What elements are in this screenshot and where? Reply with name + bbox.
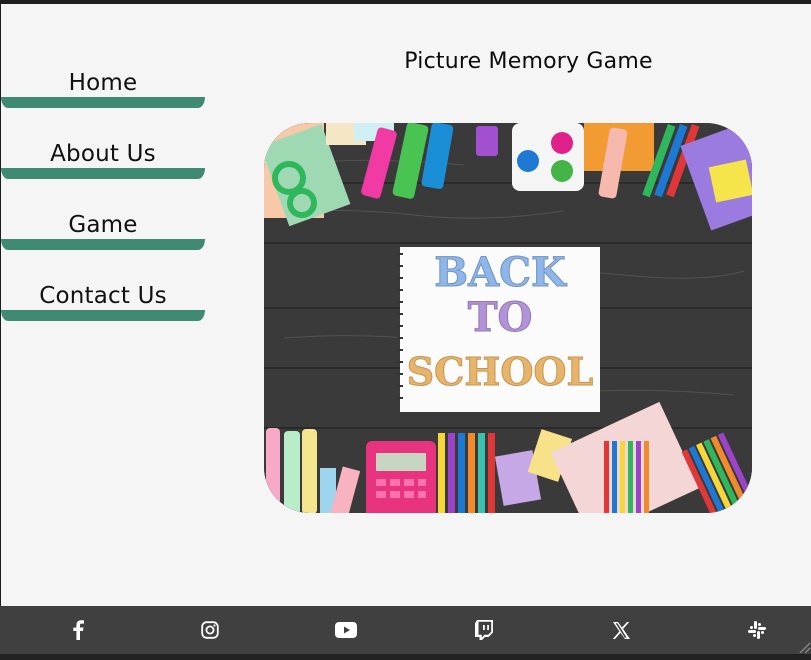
nav-item-home[interactable]: Home [1, 70, 205, 108]
hero-word-to: TO [468, 294, 533, 341]
hero-word-school: SCHOOL [407, 349, 594, 394]
slack-icon[interactable] [745, 618, 769, 642]
twitch-icon[interactable] [472, 618, 496, 642]
nav-underline [1, 239, 205, 250]
hero-image: BACK TO SCHOOL [264, 123, 752, 513]
nav-label: Game [68, 212, 138, 238]
nav-underline [1, 97, 205, 108]
instagram-icon[interactable] [198, 618, 222, 642]
hero-word-back: BACK [434, 249, 567, 296]
youtube-icon[interactable] [334, 618, 358, 642]
nav-label: Home [68, 70, 138, 96]
resize-handle-icon[interactable] [797, 640, 811, 654]
facebook-icon[interactable] [66, 618, 90, 642]
window-bottom-edge [0, 654, 811, 660]
nav-label: Contact Us [39, 283, 167, 309]
nav-underline [1, 310, 205, 321]
nav-underline [1, 168, 205, 179]
nav-item-game[interactable]: Game [1, 212, 205, 250]
nav-item-contact-us[interactable]: Contact Us [1, 283, 205, 321]
page: Home About Us Game Contact Us Picture Me… [1, 4, 811, 606]
page-title: Picture Memory Game [404, 49, 653, 74]
nav-label: About Us [50, 141, 156, 167]
nav-item-about-us[interactable]: About Us [1, 141, 205, 179]
back-to-school-illustration: BACK TO SCHOOL [264, 123, 752, 513]
x-icon[interactable] [609, 618, 633, 642]
footer [0, 606, 811, 654]
